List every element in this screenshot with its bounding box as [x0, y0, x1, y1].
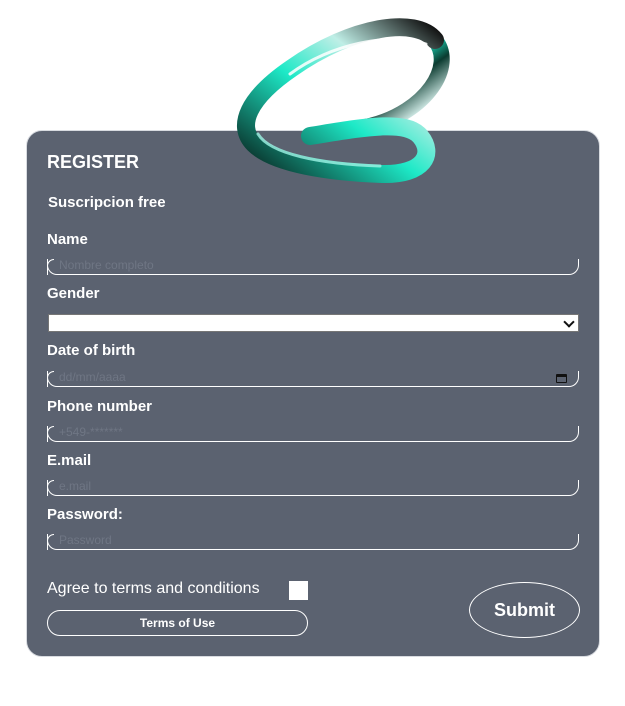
submit-button[interactable]: Submit [469, 582, 580, 638]
phone-placeholder: +549-******* [59, 425, 123, 439]
phone-number-label: Phone number [47, 398, 153, 415]
name-input[interactable]: Nombre completo [47, 258, 579, 275]
form-title: REGISTER [47, 152, 140, 172]
name-placeholder: Nombre completo [59, 258, 154, 272]
email-label: E.mail [47, 452, 92, 469]
calendar-icon[interactable] [556, 374, 567, 383]
date-placeholder: dd/mm/aaaa [59, 370, 126, 384]
password-input[interactable]: Password [47, 533, 579, 550]
register-form-card: REGISTER Suscripcion free Name Nombre co… [26, 130, 600, 657]
email-input[interactable]: e.mail [47, 479, 579, 496]
phone-number-input[interactable]: +549-******* [47, 425, 579, 442]
date-of-birth-input[interactable]: dd/mm/aaaa [47, 370, 579, 387]
email-placeholder: e.mail [59, 479, 92, 493]
name-label: Name [47, 231, 88, 248]
gender-label: Gender [47, 285, 100, 302]
chrome-loop-logo-icon [237, 18, 450, 184]
form-subtitle: Suscripcion free [48, 194, 166, 211]
password-placeholder: Password [59, 533, 112, 547]
date-of-birth-label: Date of birth [47, 342, 136, 359]
agree-terms-checkbox[interactable] [289, 581, 308, 600]
password-label: Password: [47, 506, 123, 523]
gender-select[interactable] [48, 314, 579, 332]
chevron-down-icon [563, 316, 575, 328]
agree-terms-label: Agree to terms and conditions [47, 580, 260, 597]
terms-of-use-button[interactable]: Terms of Use [47, 610, 308, 636]
